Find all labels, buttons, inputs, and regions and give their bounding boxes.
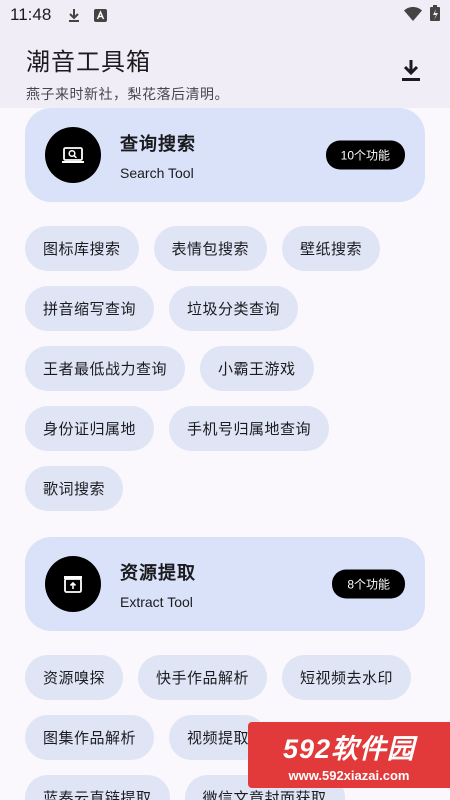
chip-id-card-location[interactable]: 身份证归属地 <box>25 406 155 451</box>
chip-phone-location-query[interactable]: 手机号归属地查询 <box>169 406 330 451</box>
watermark-url: www.592xiazai.com <box>288 768 410 783</box>
app-bar: 潮音工具箱 燕子来时新社，梨花落后清明。 <box>0 30 450 108</box>
chip-sticker-search[interactable]: 表情包搜索 <box>153 226 268 271</box>
category-card-extract[interactable]: 资源提取 Extract Tool 8个功能 <box>25 537 425 631</box>
chip-video-watermark-remove[interactable]: 短视频去水印 <box>282 655 412 700</box>
chip-garbage-sort-query[interactable]: 垃圾分类查询 <box>169 286 299 331</box>
wifi-icon <box>404 6 422 25</box>
extract-box-icon <box>45 556 101 612</box>
download-button[interactable] <box>398 56 424 84</box>
chip-xiaobawang-games[interactable]: 小霸王游戏 <box>200 346 314 391</box>
chip-icon-library-search[interactable]: 图标库搜索 <box>25 226 139 271</box>
site-watermark: 592软件园 www.592xiazai.com <box>248 722 450 788</box>
chip-lanzou-direct-link[interactable]: 蓝奏云直链提取 <box>25 775 170 800</box>
app-notification-icon <box>93 8 107 22</box>
chip-resource-sniff[interactable]: 资源嗅探 <box>25 655 124 700</box>
watermark-main: 592软件园 <box>282 734 416 764</box>
category-card-search[interactable]: 查询搜索 Search Tool 10个功能 <box>25 108 425 202</box>
chip-gallery-parse[interactable]: 图集作品解析 <box>25 715 155 760</box>
category-title: 查询搜索 <box>120 133 196 155</box>
download-icon <box>402 60 420 81</box>
category-subtitle: Search Tool <box>120 164 194 181</box>
app-subtitle: 燕子来时新社，梨花落后清明。 <box>26 87 229 103</box>
app-title: 潮音工具箱 <box>26 48 151 76</box>
chip-wallpaper-search[interactable]: 壁纸搜索 <box>282 226 381 271</box>
battery-icon <box>430 5 440 25</box>
status-bar: 11:48 <box>0 0 450 30</box>
chip-honor-of-kings-power-query[interactable]: 王者最低战力查询 <box>25 346 186 391</box>
chip-kuaishou-parse[interactable]: 快手作品解析 <box>138 655 268 700</box>
status-time: 11:48 <box>10 5 52 24</box>
chip-pinyin-abbrev-query[interactable]: 拼音缩写查询 <box>25 286 155 331</box>
feature-count-badge: 10个功能 <box>325 140 405 170</box>
content-scroll[interactable]: 查询搜索 Search Tool 10个功能 图标库搜索 表情包搜索 壁纸搜索 … <box>0 108 450 800</box>
chip-list-search: 图标库搜索 表情包搜索 壁纸搜索 拼音缩写查询 垃圾分类查询 王者最低战力查询 … <box>0 226 450 511</box>
category-title: 资源提取 <box>120 562 196 584</box>
search-screen-icon <box>45 127 101 183</box>
chip-lyrics-search[interactable]: 歌词搜索 <box>25 466 124 511</box>
download-notification-icon <box>67 8 81 22</box>
feature-count-badge: 8个功能 <box>332 569 405 599</box>
category-subtitle: Extract Tool <box>120 593 193 610</box>
